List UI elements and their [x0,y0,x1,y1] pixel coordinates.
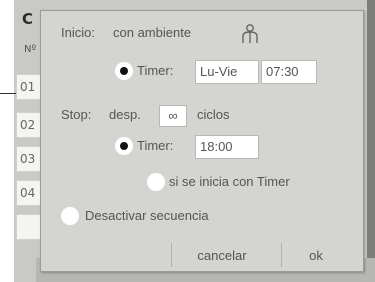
stop-label: Stop: [61,107,92,122]
ok-button[interactable]: ok [291,245,341,267]
deactivate-label: Desactivar secuencia [85,208,209,223]
stop-timer-label: Timer: [137,138,174,153]
background-table-subheader: Nº [24,44,37,55]
cycles-label: ciclos [197,107,230,122]
cycles-field[interactable]: ∞ [159,105,187,127]
background-table-header: C [22,10,34,28]
stop-timer-radio[interactable] [115,137,133,155]
cancel-button[interactable]: cancelar [177,245,267,267]
start-time-field[interactable]: 07:30 [261,60,317,84]
screen: C Nº 01 02 03 04 Inicio: con ambiente Ti… [0,0,375,282]
start-days-field[interactable]: Lu-Vie [195,60,259,84]
button-divider [281,243,282,267]
start-timer-radio[interactable] [115,62,133,80]
button-divider [171,243,172,267]
stop-time-field[interactable]: 18:00 [195,135,259,159]
deactivate-radio[interactable] [61,207,79,225]
start-ambient-label: con ambiente [113,25,192,40]
start-label: Inicio: [61,25,95,40]
only-if-timer-radio[interactable] [147,173,165,191]
start-timer-label: Timer: [137,63,174,78]
sequence-dialog: Inicio: con ambiente Timer: Lu-Vie 07:30… [40,10,364,272]
background-right-edge [367,0,375,282]
only-if-timer-label: si se inicia con Timer [169,174,290,189]
person-icon [242,24,258,43]
stop-after-label: desp. [109,107,141,122]
